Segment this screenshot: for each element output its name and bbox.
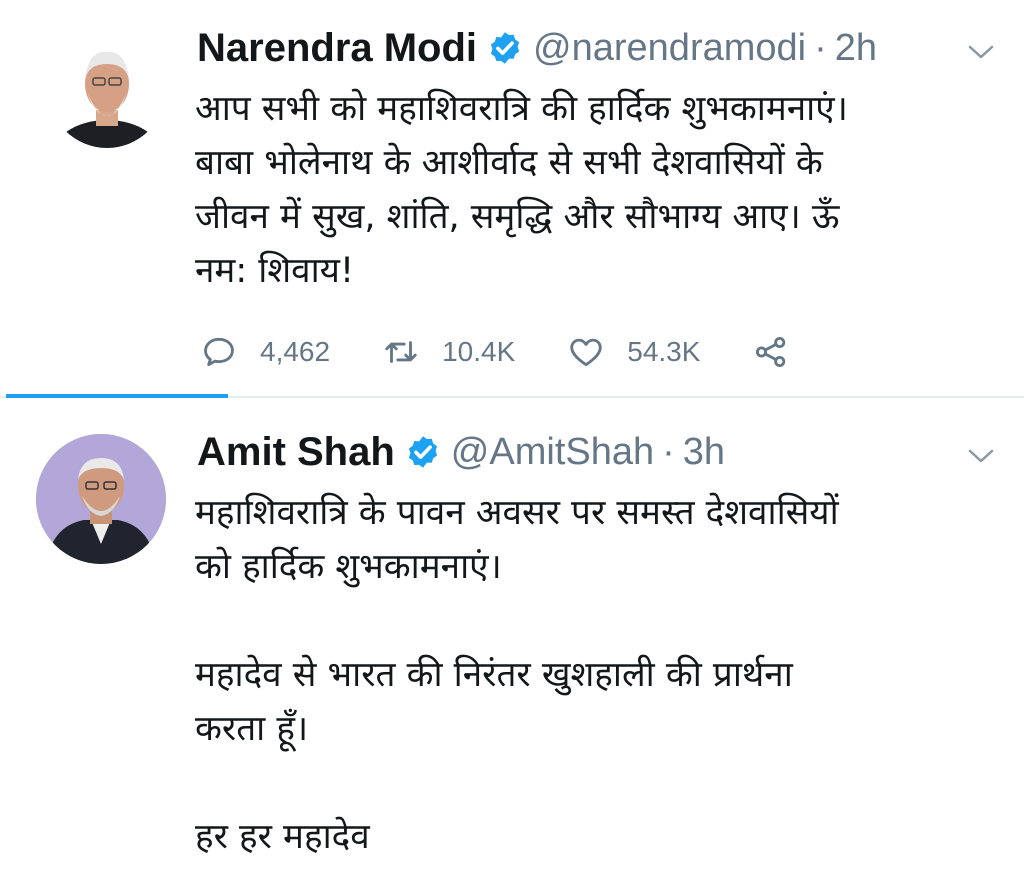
reply-icon [204, 337, 234, 367]
share-button[interactable] [752, 333, 790, 371]
author-handle[interactable]: @narendramodi [533, 26, 806, 70]
retweet-count: 10.4K [442, 336, 516, 367]
tweet-line: करता हूँ। [195, 709, 309, 749]
tweet-line: हर हर महादेव [195, 817, 370, 857]
tweet-header: Narendra Modi @narendramodi · 2h [197, 26, 877, 70]
reply-button[interactable]: 4,462 [200, 333, 330, 371]
like-count: 54.3K [627, 336, 701, 367]
heart-icon [570, 338, 602, 367]
share-icon [756, 336, 786, 368]
author-name[interactable]: Narendra Modi [197, 26, 477, 70]
tweet-line: बाबा भोलेनाथ के आशीर्वाद से सभी देशवासिय… [195, 143, 823, 183]
chevron-down-icon[interactable] [966, 42, 996, 62]
tweet-line: नम: शिवाय! [195, 251, 354, 291]
retweet-icon [385, 341, 417, 363]
timestamp[interactable]: 2h [835, 26, 877, 70]
reply-count: 4,462 [260, 336, 331, 367]
separator: · [814, 27, 827, 69]
author-handle[interactable]: @AmitShah [451, 430, 654, 474]
tweet-amit-shah[interactable]: Amit Shah @AmitShah · 3h महाशिवरात्रि के… [0, 398, 1024, 890]
tweet-line: महाशिवरात्रि के पावन अवसर पर समस्त देशवा… [195, 493, 839, 533]
retweet-button[interactable]: 10.4K [382, 333, 515, 371]
like-button[interactable]: 54.3K [567, 333, 700, 371]
separator: · [662, 431, 675, 473]
author-name[interactable]: Amit Shah [197, 430, 395, 474]
avatar[interactable] [36, 434, 166, 564]
tweet-line: आप सभी को महाशिवरात्रि की हार्दिक शुभकाम… [195, 89, 848, 129]
tweet-header: Amit Shah @AmitShah · 3h [197, 430, 725, 474]
avatar[interactable] [48, 30, 166, 148]
tweet-narendra-modi[interactable]: Narendra Modi @narendramodi · 2h आप सभी … [0, 0, 1024, 398]
tweet-line: को हार्दिक शुभकामनाएं। [195, 547, 502, 587]
tweet-actions: 4,462 10.4K 54.3K [200, 330, 842, 374]
tweet-text: महाशिवरात्रि के पावन अवसर पर समस्त देशवा… [195, 486, 1005, 864]
timestamp[interactable]: 3h [683, 430, 725, 474]
tweet-line: जीवन में सुख, शांति, समृद्धि और सौभाग्य … [195, 197, 840, 237]
verified-badge-icon [490, 32, 520, 64]
tweet-text: आप सभी को महाशिवरात्रि की हार्दिक शुभकाम… [195, 82, 1005, 298]
verified-badge-icon [408, 436, 437, 468]
tweet-line: महादेव से भारत की निरंतर खुशहाली की प्रा… [195, 655, 793, 695]
chevron-down-icon[interactable] [966, 446, 996, 466]
